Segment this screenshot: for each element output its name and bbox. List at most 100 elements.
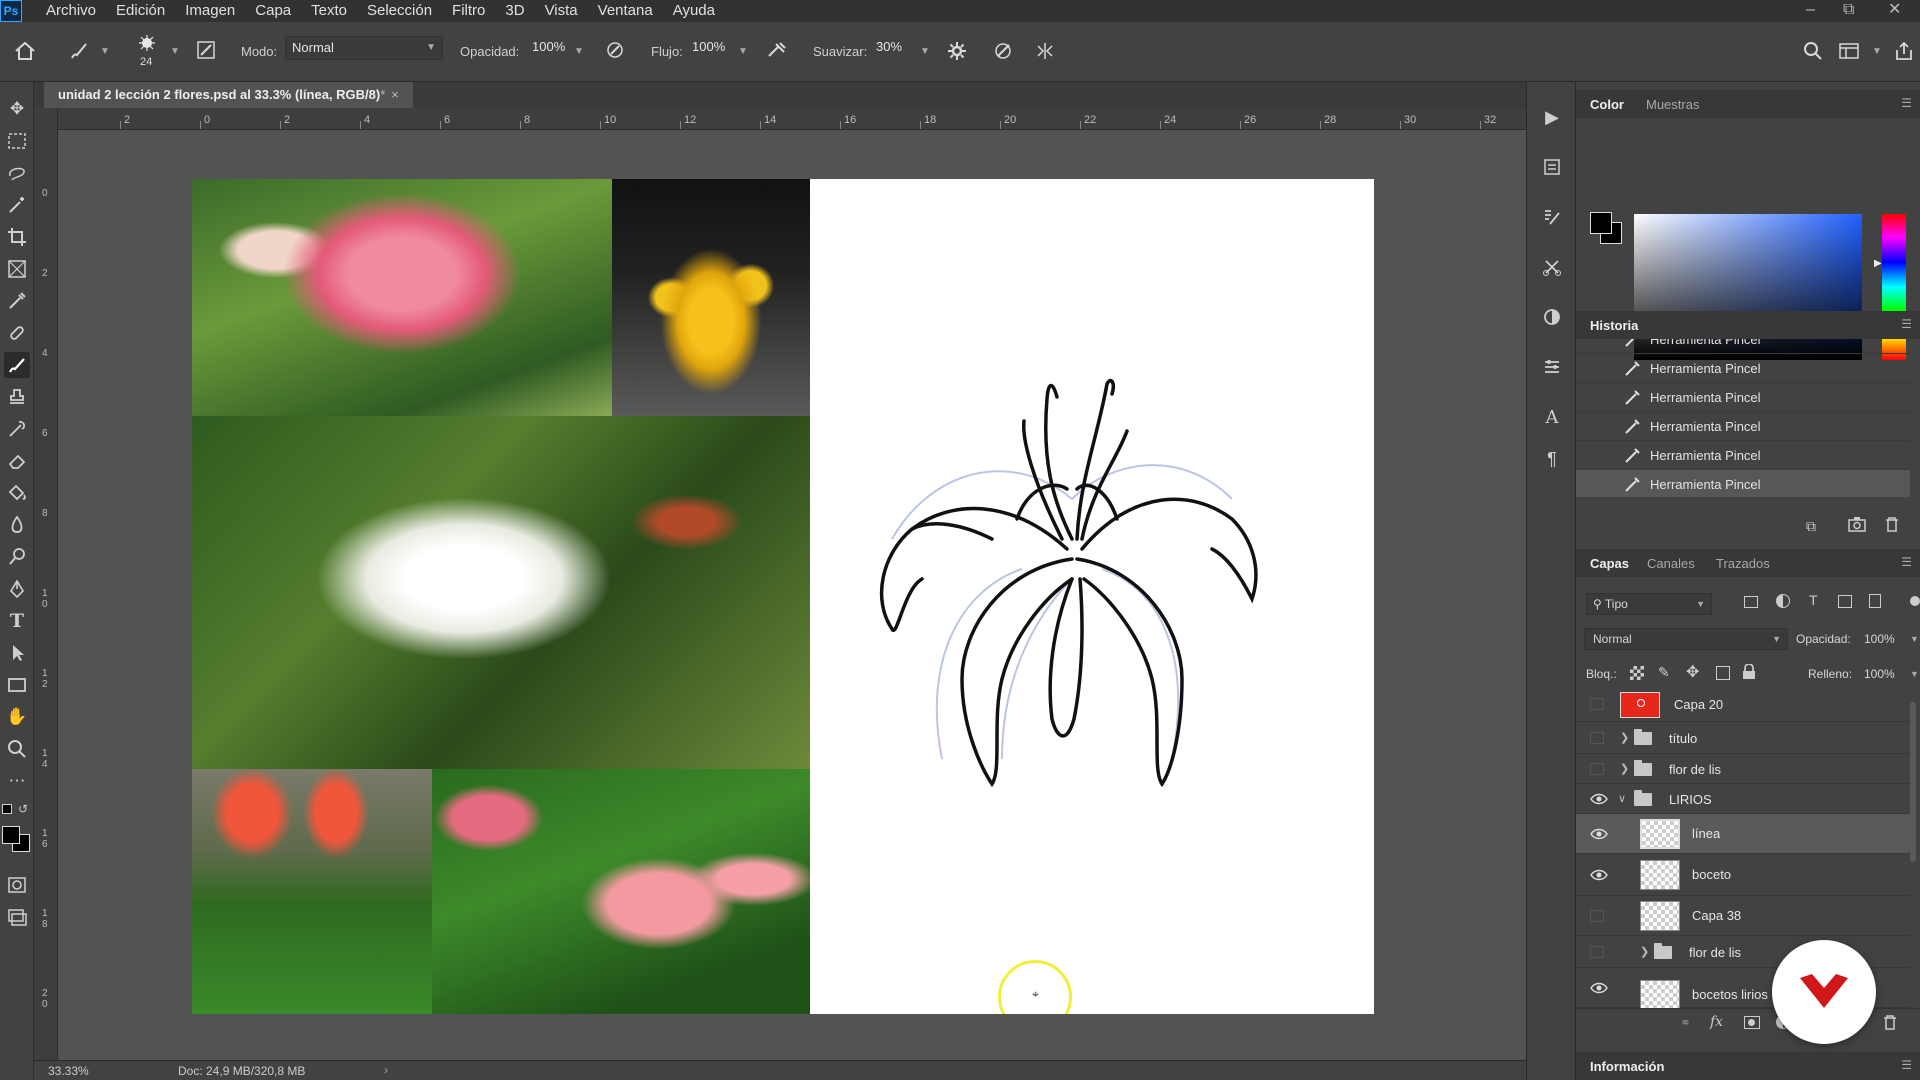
menu-seleccion[interactable]: Selección <box>357 0 442 22</box>
history-item[interactable]: Herramienta Pincel <box>1576 383 1910 412</box>
brush-settings-panel-icon[interactable] <box>194 38 218 62</box>
dodge-tool-icon[interactable] <box>4 544 30 570</box>
menu-archivo[interactable]: Archivo <box>36 0 106 22</box>
camera-icon[interactable] <box>1848 516 1866 535</box>
link-layers-icon[interactable]: ⚭ <box>1680 1015 1691 1031</box>
airbrush-icon[interactable] <box>764 38 790 62</box>
brush-preset-icon[interactable] <box>132 32 162 56</box>
eye-icon[interactable] <box>1590 828 1608 840</box>
chevron-down-icon[interactable]: ▼ <box>738 46 748 57</box>
history-item[interactable]: Herramienta Pincel <box>1576 354 1910 383</box>
chevron-down-icon[interactable]: ∨ <box>1618 792 1626 805</box>
lasso-tool-icon[interactable] <box>4 160 30 186</box>
visibility-toggle[interactable] <box>1590 698 1604 710</box>
menu-capa[interactable]: Capa <box>245 0 301 22</box>
home-icon[interactable] <box>12 38 38 64</box>
fx-icon[interactable]: fx <box>1710 1014 1723 1030</box>
trash-icon[interactable] <box>1882 1014 1898 1033</box>
minimize-icon[interactable]: – <box>1806 0 1815 20</box>
zoom-level[interactable]: 33.33% <box>48 1064 89 1078</box>
zoom-tool-icon[interactable] <box>4 736 30 762</box>
close-icon[interactable]: ✕ <box>1888 0 1901 20</box>
artboard[interactable]: ⌖ <box>192 179 1374 1014</box>
tab-history[interactable]: Historia <box>1590 318 1638 333</box>
pen-tool-icon[interactable] <box>4 576 30 602</box>
adjustments-icon[interactable] <box>1539 304 1565 330</box>
brush-tool-icon[interactable] <box>4 352 30 378</box>
foreground-color-swatch[interactable] <box>2 826 20 844</box>
character-icon[interactable]: A <box>1539 404 1565 430</box>
layer-group-row[interactable]: ∨ LIRIOS <box>1576 784 1910 814</box>
tab-color[interactable]: Color <box>1590 97 1624 112</box>
menu-texto[interactable]: Texto <box>301 0 357 22</box>
smoothing-input[interactable]: 30% <box>870 36 914 60</box>
foreground-color-swatch[interactable] <box>1590 212 1612 234</box>
chevron-down-icon[interactable]: ▼ <box>1872 46 1882 57</box>
marquee-tool-icon[interactable] <box>4 128 30 154</box>
flow-input[interactable]: 100% <box>686 36 730 60</box>
quick-mask-icon[interactable] <box>4 872 30 898</box>
restore-icon[interactable]: ⧉ <box>1843 0 1854 20</box>
chevron-down-icon[interactable]: ▼ <box>1910 669 1919 679</box>
more-tools-icon[interactable]: ⋯ <box>4 768 30 794</box>
chevron-right-icon[interactable]: ❯ <box>1620 762 1629 775</box>
document-tab[interactable]: unidad 2 lección 2 flores.psd al 33.3% (… <box>44 82 413 108</box>
lock-position-icon[interactable]: ✥ <box>1686 662 1699 682</box>
layer-filter-select[interactable]: ⚲ Tipo ▼ <box>1586 593 1712 615</box>
filter-type-icon[interactable]: T <box>1809 592 1818 608</box>
default-colors-icon[interactable] <box>2 804 12 814</box>
history-item[interactable]: Herramienta Pincel <box>1576 339 1910 354</box>
libraries-icon[interactable] <box>1539 154 1565 180</box>
frame-tool-icon[interactable] <box>4 256 30 282</box>
search-icon[interactable] <box>1800 38 1826 64</box>
layer-group-row[interactable]: ❯ título <box>1576 722 1910 754</box>
swap-colors-icon[interactable]: ↺ <box>18 802 28 816</box>
tab-info[interactable]: Información <box>1590 1059 1664 1074</box>
panel-menu-icon[interactable]: ☰ <box>1901 1058 1912 1072</box>
clone-stamp-tool-icon[interactable] <box>4 384 30 410</box>
hand-tool-icon[interactable]: ✋ <box>4 704 30 730</box>
play-icon[interactable]: ▶ <box>1539 104 1565 130</box>
mode-select[interactable]: Normal ▼ <box>285 36 443 60</box>
lock-image-icon[interactable]: ✎ <box>1658 664 1670 681</box>
menu-imagen[interactable]: Imagen <box>175 0 245 22</box>
panel-menu-icon[interactable]: ☰ <box>1901 317 1912 331</box>
chevron-down-icon[interactable]: ▼ <box>920 46 930 57</box>
chevron-down-icon[interactable]: ▼ <box>1910 634 1919 644</box>
eyedropper-tool-icon[interactable] <box>4 288 30 314</box>
layer-row[interactable]: Capa 38 <box>1576 896 1910 936</box>
trash-icon[interactable] <box>1884 516 1900 535</box>
rectangle-tool-icon[interactable] <box>4 672 30 698</box>
chevron-right-icon[interactable]: ❯ <box>1620 731 1629 744</box>
add-mask-icon[interactable] <box>1744 1016 1760 1029</box>
menu-edicion[interactable]: Edición <box>106 0 175 22</box>
share-icon[interactable] <box>1892 38 1916 64</box>
pressure-size-icon[interactable] <box>990 38 1016 64</box>
layer-group-row[interactable]: ❯ flor de lis <box>1576 754 1910 784</box>
history-item[interactable]: Herramienta Pincel <box>1576 412 1910 441</box>
menu-vista[interactable]: Vista <box>535 0 588 22</box>
layer-opacity-value[interactable]: 100% <box>1864 632 1895 646</box>
path-selection-tool-icon[interactable] <box>4 640 30 666</box>
chevron-down-icon[interactable]: ▼ <box>170 46 180 57</box>
filter-smart-object-icon[interactable] <box>1869 594 1881 608</box>
blend-mode-select[interactable]: Normal ▼ <box>1584 628 1788 650</box>
close-tab-icon[interactable]: × <box>391 87 399 102</box>
visibility-toggle[interactable] <box>1590 946 1604 958</box>
new-document-from-state-icon[interactable]: ⧉ <box>1806 518 1816 535</box>
layer-row[interactable]: boceto <box>1576 854 1910 896</box>
filter-toggle-icon[interactable] <box>1910 596 1920 606</box>
paragraph-icon[interactable]: ¶ <box>1539 446 1565 472</box>
menu-filtro[interactable]: Filtro <box>442 0 495 22</box>
chevron-right-icon[interactable]: › <box>384 1063 388 1077</box>
type-tool-icon[interactable]: T <box>4 608 30 634</box>
layer-row[interactable]: Capa 20 <box>1576 686 1910 722</box>
filter-pixel-icon[interactable] <box>1744 596 1758 608</box>
tab-swatches[interactable]: Muestras <box>1646 97 1699 112</box>
visibility-toggle[interactable] <box>1590 732 1604 744</box>
symmetry-icon[interactable] <box>1032 38 1058 64</box>
layer-row-selected[interactable]: línea <box>1576 814 1910 854</box>
panel-menu-icon[interactable]: ☰ <box>1901 96 1912 110</box>
tab-paths[interactable]: Trazados <box>1716 556 1770 571</box>
workspace-icon[interactable] <box>1836 38 1862 64</box>
